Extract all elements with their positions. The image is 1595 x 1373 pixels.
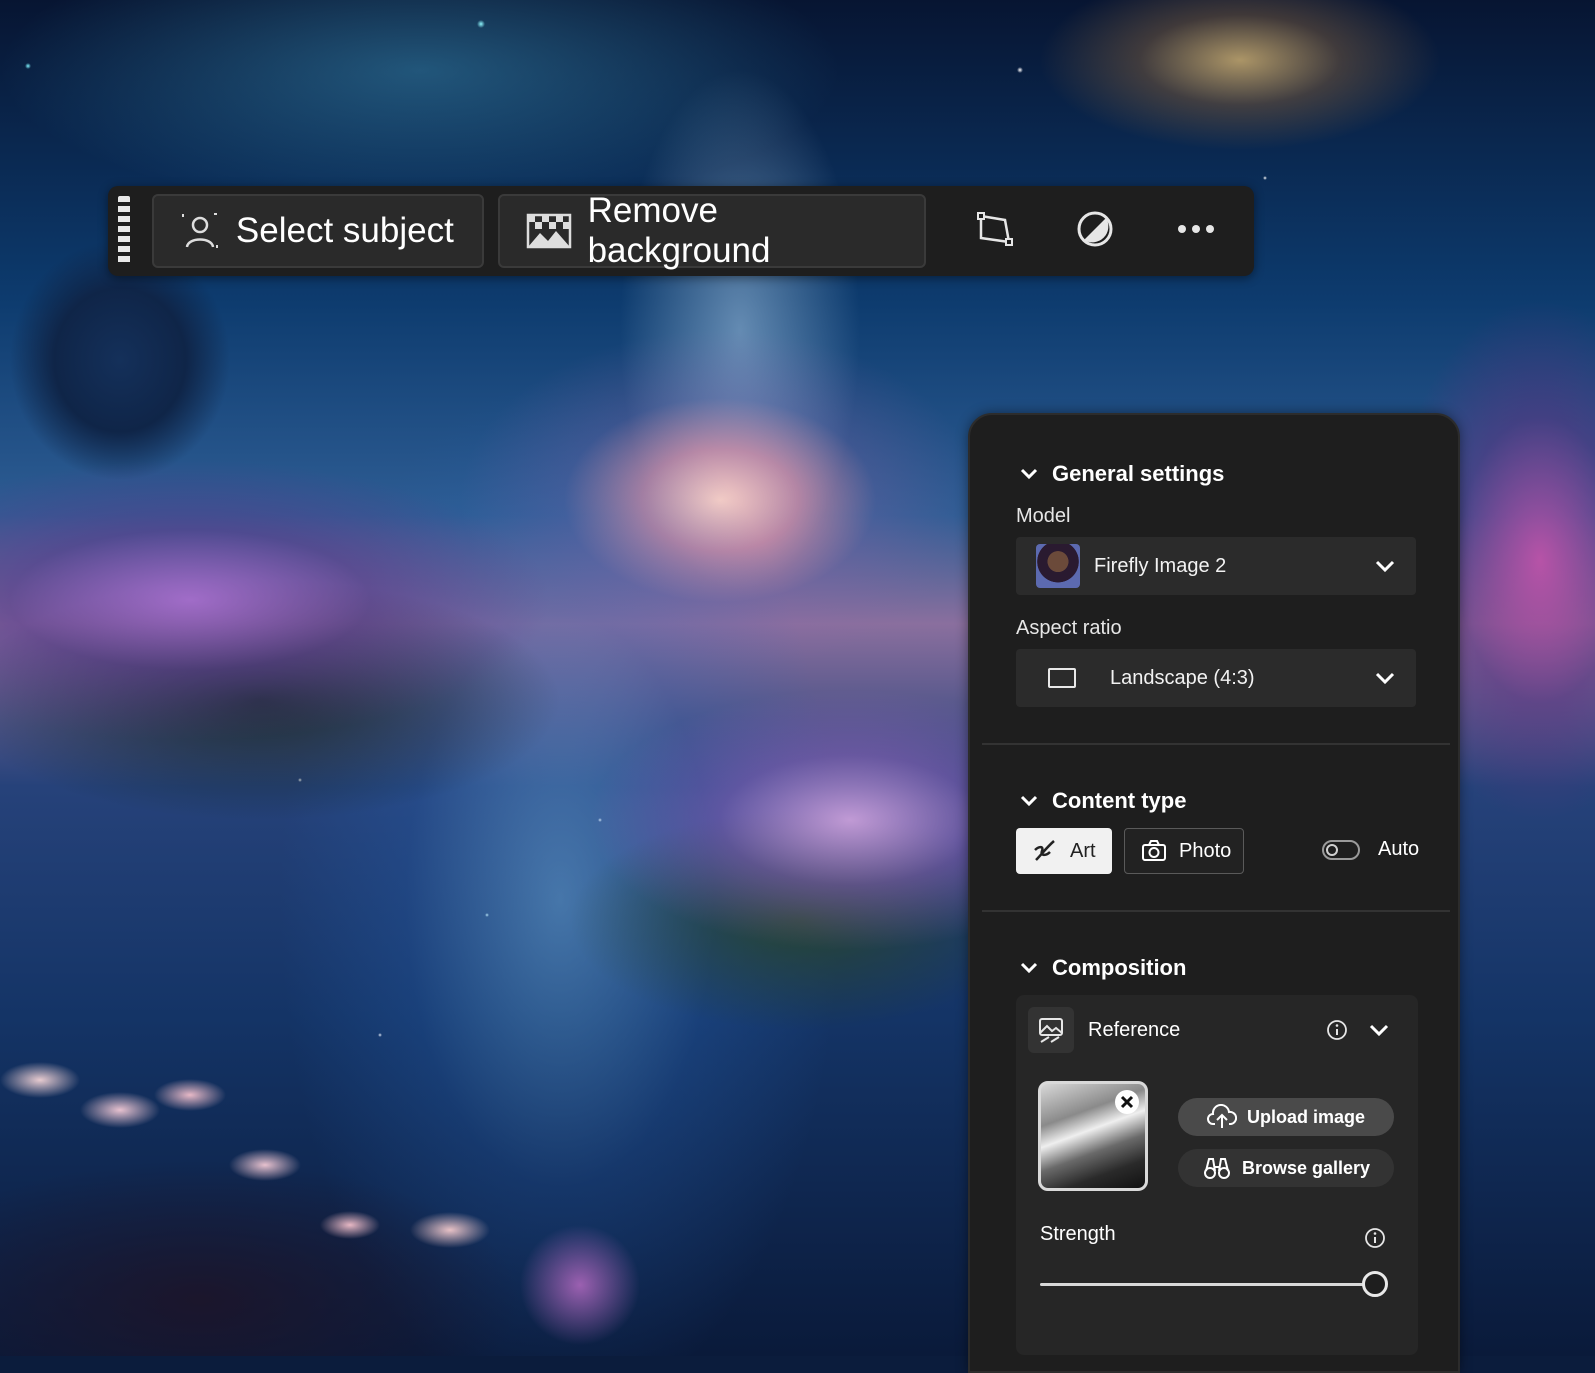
chevron-down-icon <box>1020 795 1038 807</box>
adjust-button[interactable] <box>1048 194 1143 268</box>
remove-background-label: Remove background <box>587 191 771 270</box>
chevron-down-icon <box>1020 962 1038 974</box>
model-value: Firefly Image 2 <box>1094 554 1227 577</box>
reference-image-button[interactable] <box>1028 1007 1074 1053</box>
composition-title: Composition <box>1052 955 1187 980</box>
reference-thumbnail <box>1038 1081 1148 1191</box>
aspect-ratio-picker[interactable]: Landscape (4:3) <box>1016 649 1416 707</box>
camera-icon <box>1141 838 1167 864</box>
select-subject-icon <box>180 211 220 251</box>
upload-image-label: Upload image <box>1246 1106 1366 1127</box>
art-button[interactable]: Art <box>1016 828 1112 874</box>
art-brush-icon <box>1032 838 1058 864</box>
general-settings-header[interactable]: General settings <box>1020 461 1224 487</box>
model-picker[interactable]: Firefly Image 2 <box>1016 537 1416 595</box>
remove-background-icon <box>526 211 572 251</box>
transform-icon <box>975 210 1014 253</box>
chevron-down-icon <box>1020 468 1038 480</box>
upload-cloud-icon <box>1207 1104 1237 1130</box>
aspect-ratio-label: Aspect ratio <box>1016 617 1122 639</box>
reference-image-icon <box>1039 1018 1063 1043</box>
more-options-button[interactable] <box>1149 194 1244 268</box>
model-thumbnail <box>1036 544 1080 588</box>
chevron-down-icon <box>1375 560 1395 573</box>
aspect-ratio-icon <box>1048 668 1076 688</box>
toggle-knob <box>1326 844 1338 856</box>
content-type-header[interactable]: Content type <box>1020 788 1186 814</box>
photo-label: Photo <box>1179 839 1232 862</box>
info-icon[interactable] <box>1326 1019 1348 1041</box>
reference-card: Reference Upload image Browse gallery St… <box>1016 995 1418 1355</box>
drag-handle[interactable] <box>118 196 130 266</box>
remove-background-button[interactable]: Remove background <box>497 191 927 270</box>
browse-gallery-label: Browse gallery <box>1241 1157 1371 1178</box>
contextual-taskbar: Select subject Remove background <box>108 186 1254 276</box>
photo-button[interactable]: Photo <box>1124 828 1244 874</box>
content-type-title: Content type <box>1052 788 1187 813</box>
auto-label: Auto <box>1378 838 1420 860</box>
auto-toggle[interactable] <box>1322 840 1360 860</box>
adjust-icon <box>1075 209 1115 254</box>
upload-image-button[interactable]: Upload image <box>1178 1098 1394 1136</box>
model-label: Model <box>1016 505 1071 527</box>
chevron-down-icon <box>1375 672 1395 685</box>
transform-button[interactable] <box>946 194 1041 268</box>
generate-settings-panel: General settings Model Firefly Image 2 A… <box>968 413 1460 1373</box>
chevron-down-icon[interactable] <box>1368 1019 1390 1041</box>
strength-slider-handle[interactable] <box>1362 1271 1388 1297</box>
remove-reference-button[interactable] <box>1115 1090 1139 1114</box>
strength-label: Strength <box>1040 1223 1116 1245</box>
strength-slider-track[interactable] <box>1040 1283 1372 1286</box>
section-divider <box>982 910 1450 912</box>
close-icon <box>1120 1095 1134 1109</box>
select-subject-button[interactable]: Select subject <box>151 194 484 268</box>
general-settings-title: General settings <box>1052 461 1225 486</box>
binoculars-icon <box>1202 1155 1232 1181</box>
art-label: Art <box>1070 839 1096 862</box>
composition-header[interactable]: Composition <box>1020 955 1186 981</box>
browse-gallery-button[interactable]: Browse gallery <box>1178 1149 1394 1187</box>
more-icon <box>1176 222 1216 240</box>
content-type-controls: Art Photo Auto <box>970 828 1458 874</box>
info-icon[interactable] <box>1364 1227 1386 1249</box>
select-subject-label: Select subject <box>235 211 454 250</box>
reference-label: Reference <box>1088 1019 1181 1041</box>
section-divider <box>982 743 1450 745</box>
aspect-ratio-value: Landscape (4:3) <box>1110 666 1255 689</box>
